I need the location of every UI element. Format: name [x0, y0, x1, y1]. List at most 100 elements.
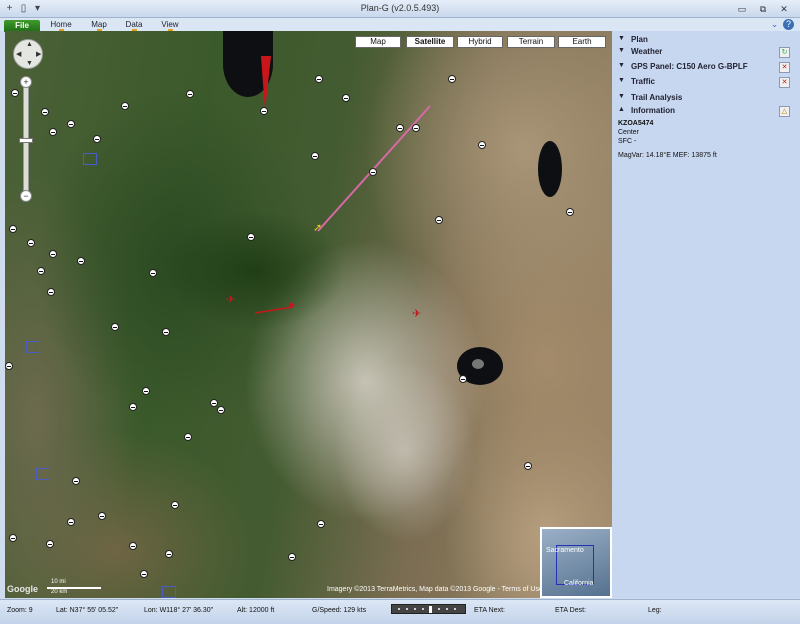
panel-section-weather[interactable]: ▼ Weather ↻	[612, 46, 796, 59]
airport-marker[interactable]	[448, 75, 456, 83]
pan-left-icon[interactable]: ◀	[16, 50, 21, 58]
airport-marker[interactable]	[37, 267, 45, 275]
refresh-icon[interactable]: ↻	[779, 47, 790, 58]
airport-marker[interactable]	[67, 120, 75, 128]
airport-marker[interactable]	[524, 462, 532, 470]
airport-marker[interactable]	[210, 399, 218, 407]
navaid-icon[interactable]	[36, 468, 50, 480]
airport-marker[interactable]	[186, 90, 194, 98]
panel-section-information[interactable]: ▲ Information △	[612, 105, 796, 118]
airport-marker[interactable]	[478, 141, 486, 149]
panel-section-trail-analysis[interactable]: ▼ Trail Analysis	[612, 92, 796, 105]
airport-marker[interactable]	[111, 323, 119, 331]
panel-section-traffic[interactable]: ▼ Traffic ✕	[612, 76, 796, 89]
airport-marker[interactable]	[11, 89, 19, 97]
zoom-out-button[interactable]: −	[20, 190, 32, 202]
tab-data-label: Data	[125, 20, 143, 29]
panel-section-label: Traffic	[631, 77, 656, 86]
pan-down-icon[interactable]: ▼	[26, 60, 33, 67]
airport-marker[interactable]	[67, 518, 75, 526]
airport-marker[interactable]	[566, 208, 574, 216]
airport-marker[interactable]	[46, 540, 54, 548]
pan-right-icon[interactable]: ▶	[36, 50, 41, 58]
airport-marker[interactable]	[217, 406, 225, 414]
slider-thumb[interactable]	[429, 606, 432, 613]
airport-marker[interactable]	[317, 520, 325, 528]
navaid-icon[interactable]	[162, 586, 176, 598]
map-type-map-button[interactable]: Map	[355, 36, 401, 48]
airport-marker[interactable]	[129, 542, 137, 550]
airport-marker[interactable]	[459, 375, 467, 383]
airport-marker[interactable]	[149, 269, 157, 277]
overview-map[interactable]: Sacramento California	[540, 527, 612, 598]
navaid-icon[interactable]	[26, 341, 40, 353]
collapse-ribbon-icon[interactable]: ⌄	[769, 19, 780, 30]
airport-marker[interactable]	[41, 108, 49, 116]
airport-marker[interactable]	[435, 216, 443, 224]
airport-marker[interactable]	[27, 239, 35, 247]
navaid-icon[interactable]	[83, 153, 97, 165]
replay-slider[interactable]	[391, 604, 466, 614]
close-panel-icon[interactable]: ✕	[779, 62, 790, 73]
map-type-terrain-button[interactable]: Terrain	[507, 36, 555, 48]
panel-section-label: Information	[631, 106, 675, 115]
airport-marker[interactable]	[93, 135, 101, 143]
airport-marker[interactable]	[49, 128, 57, 136]
title-bar: + ▯ ▾ Plan-G (v2.0.5.493) ▭ ⧉ ✕	[0, 0, 800, 18]
slider-tick	[422, 608, 424, 610]
airport-marker[interactable]	[129, 403, 137, 411]
airport-marker[interactable]	[77, 257, 85, 265]
overview-label: Sacramento	[546, 547, 584, 554]
airport-marker[interactable]	[342, 94, 350, 102]
airport-marker[interactable]	[247, 233, 255, 241]
map-type-satellite-button[interactable]: Satellite	[406, 36, 454, 48]
airport-marker[interactable]	[288, 553, 296, 561]
map-type-hybrid-button[interactable]: Hybrid	[457, 36, 503, 48]
airport-marker[interactable]	[98, 512, 106, 520]
airport-marker[interactable]	[311, 152, 319, 160]
airport-marker[interactable]	[49, 250, 57, 258]
close-panel-icon[interactable]: ✕	[779, 77, 790, 88]
airport-marker[interactable]	[171, 501, 179, 509]
warning-icon[interactable]: △	[779, 106, 790, 117]
traffic-aircraft-icon[interactable]: ✈	[226, 293, 235, 306]
airport-marker[interactable]	[162, 328, 170, 336]
panel-section-label: Weather	[631, 47, 663, 56]
map-attribution[interactable]: Imagery ©2013 TerraMetrics, Map data ©20…	[327, 586, 543, 593]
status-ground-speed: G/Speed: 129 kts	[312, 607, 367, 614]
airport-marker[interactable]	[142, 387, 150, 395]
tab-home-label: Home	[50, 20, 72, 29]
user-aircraft-icon[interactable]: ➚	[313, 221, 322, 234]
status-altitude: Alt: 12000 ft	[237, 607, 275, 614]
airport-marker[interactable]	[72, 477, 80, 485]
airport-marker[interactable]	[121, 102, 129, 110]
restore-button[interactable]: ⧉	[756, 3, 770, 15]
airport-marker[interactable]	[369, 168, 377, 176]
zoom-slider-thumb[interactable]	[19, 138, 33, 143]
panel-section-gps[interactable]: ▼ GPS Panel: C150 Aero G-BPLF ✕	[612, 61, 796, 74]
airport-marker[interactable]	[140, 570, 148, 578]
map-view[interactable]: ➚ ✈ ▶ ✈ Map Satellite Hybrid Terrain Ear…	[5, 31, 612, 598]
chevron-down-icon: ▼	[618, 62, 625, 69]
airport-marker[interactable]	[396, 124, 404, 132]
map-type-earth-button[interactable]: Earth	[558, 36, 606, 48]
airport-marker[interactable]	[9, 534, 17, 542]
airport-marker[interactable]	[5, 362, 13, 370]
airport-marker[interactable]	[9, 225, 17, 233]
panel-section-label: Trail Analysis	[631, 93, 683, 102]
close-button[interactable]: ✕	[777, 3, 791, 15]
minimize-button[interactable]: ▭	[735, 3, 749, 15]
airport-marker[interactable]	[412, 124, 420, 132]
pan-control[interactable]: ▲ ▼ ◀ ▶	[13, 39, 43, 69]
traffic-aircraft-icon[interactable]: ✈	[412, 307, 421, 320]
airport-marker[interactable]	[315, 75, 323, 83]
zoom-in-button[interactable]: +	[20, 76, 32, 88]
help-icon[interactable]: ?	[783, 19, 794, 30]
ribbon: File Home Map Data View ⌄ ?	[0, 18, 800, 32]
pan-up-icon[interactable]: ▲	[26, 41, 33, 48]
airport-marker[interactable]	[184, 433, 192, 441]
airport-marker[interactable]	[165, 550, 173, 558]
airport-marker[interactable]	[47, 288, 55, 296]
airport-marker[interactable]	[260, 107, 268, 115]
chevron-down-icon: ▼	[618, 77, 625, 84]
